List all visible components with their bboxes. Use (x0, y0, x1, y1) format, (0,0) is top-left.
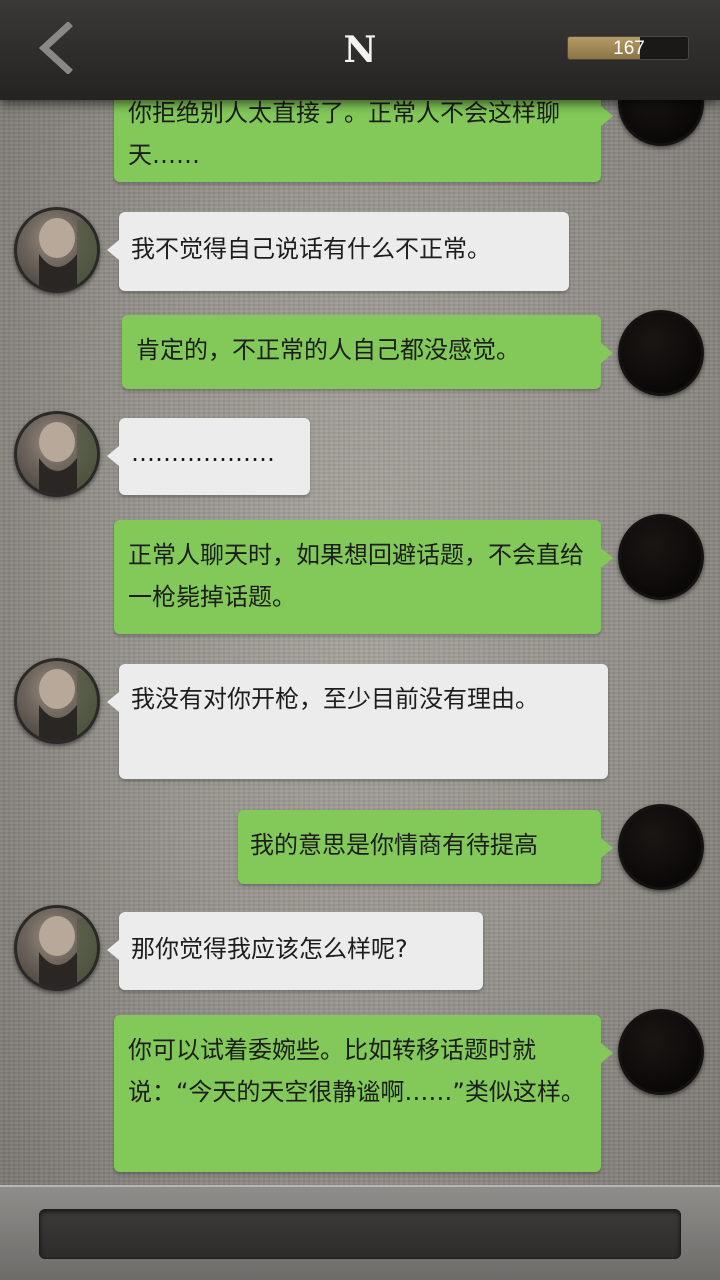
person-silhouette-icon (39, 669, 97, 741)
avatar-other[interactable] (14, 905, 100, 991)
message-bubble-self: 我的意思是你情商有待提高 (238, 810, 613, 884)
message-bubble-self: 正常人聊天时，如果想回避话题，不会直给一枪毙掉话题。 (114, 520, 613, 634)
message-bubble-self: 肯定的，不正常的人自己都没感觉。 (122, 315, 613, 389)
person-silhouette-icon (39, 422, 97, 494)
message-bubble-self: 你可以试着委婉些。比如转移话题时就说：“今天的天空很静谧啊……”类似这样。 (114, 1015, 613, 1172)
top-bar: N 167 (0, 0, 720, 100)
message-bubble-other: 我没有对你开枪，至少目前没有理由。 (107, 664, 608, 779)
chat-list[interactable]: 你拒绝别人太直接了。正常人不会这样聊天…… 我不觉得自己说话有什么不正常。 肯定… (0, 0, 720, 1185)
avatar-self[interactable] (618, 804, 704, 890)
message-bubble-other: 那你觉得我应该怎么样呢? (107, 912, 483, 990)
counter-badge: 167 (567, 36, 689, 60)
person-silhouette-icon (39, 916, 97, 988)
counter-value: 167 (613, 38, 645, 59)
avatar-self[interactable] (618, 310, 704, 396)
message-input[interactable] (39, 1209, 681, 1259)
avatar-self[interactable] (618, 1009, 704, 1095)
message-bubble-other: 我不觉得自己说话有什么不正常。 (107, 212, 569, 291)
message-bubble-other: ……………… (107, 418, 310, 495)
avatar-other[interactable] (14, 411, 100, 497)
avatar-self[interactable] (618, 514, 704, 600)
person-silhouette-icon (39, 218, 97, 290)
bottom-bar (0, 1185, 720, 1280)
avatar-other[interactable] (14, 207, 100, 293)
avatar-other[interactable] (14, 658, 100, 744)
